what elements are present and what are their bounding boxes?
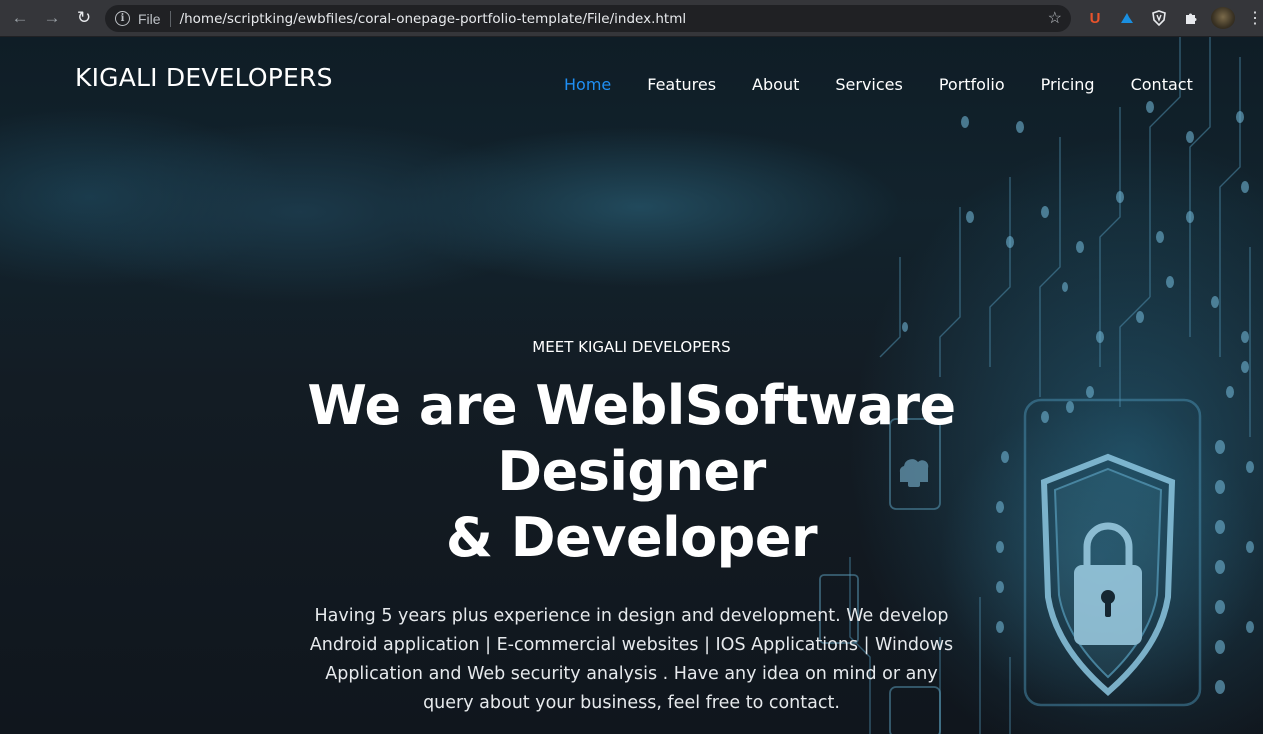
hero-eyebrow: MEET KIGALI DEVELOPERS <box>532 338 731 356</box>
hero-description: Having 5 years plus experience in design… <box>309 606 954 713</box>
nav-features[interactable]: Features <box>647 75 716 94</box>
nav-pricing[interactable]: Pricing <box>1041 75 1095 94</box>
nav-services[interactable]: Services <box>835 75 902 94</box>
profile-avatar[interactable] <box>1211 7 1235 29</box>
nav-portfolio[interactable]: Portfolio <box>939 75 1005 94</box>
nav-contact[interactable]: Contact <box>1131 75 1193 94</box>
hero-section: KIGALI DEVELOPERS Home Features About Se… <box>0 37 1263 734</box>
brand-logo[interactable]: KIGALI DEVELOPERS <box>75 63 333 92</box>
ublock-icon[interactable]: U <box>1085 8 1105 28</box>
nav-about[interactable]: About <box>752 75 799 94</box>
shield-icon[interactable] <box>1149 8 1169 28</box>
star-icon[interactable]: ☆ <box>1048 8 1062 28</box>
headline-line-2: Designer <box>497 440 766 503</box>
extension-icon[interactable] <box>1117 8 1137 28</box>
file-label: File <box>138 10 161 27</box>
forward-arrow-icon[interactable]: → <box>38 4 66 32</box>
info-icon[interactable]: i <box>115 11 130 26</box>
headline-line-1: We are WeblSoftware <box>307 374 956 437</box>
back-arrow-icon[interactable]: ← <box>6 4 34 32</box>
url-text[interactable]: /home/scriptking/ewbfiles/coral-onepage-… <box>180 11 687 27</box>
main-navigation: Home Features About Services Portfolio P… <box>564 75 1193 94</box>
menu-icon[interactable]: ⋮ <box>1245 8 1263 28</box>
hero-headline: We are WeblSoftware Designer & Developer <box>0 373 1263 571</box>
address-bar[interactable]: i File /home/scriptking/ewbfiles/coral-o… <box>105 5 1071 32</box>
divider <box>169 10 171 27</box>
puzzle-icon[interactable] <box>1181 8 1201 28</box>
browser-toolbar: ← → ↻ i File /home/scriptking/ewbfiles/c… <box>0 0 1263 37</box>
reload-icon[interactable]: ↻ <box>70 4 98 32</box>
headline-line-3: & Developer <box>445 506 818 569</box>
nav-home[interactable]: Home <box>564 75 611 94</box>
